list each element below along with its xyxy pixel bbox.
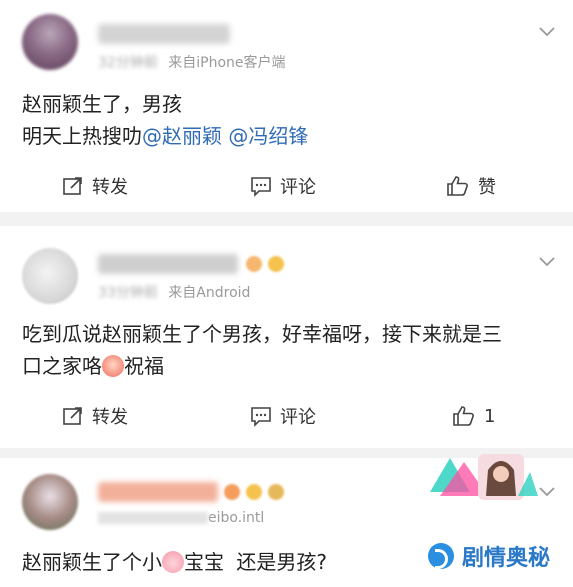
like-count: 1	[484, 405, 496, 427]
like-label: 赞	[478, 177, 496, 198]
chevron-down-icon[interactable]	[538, 252, 556, 270]
post-source: 来自Android	[168, 285, 251, 301]
like-icon	[447, 176, 468, 196]
repost-label: 转发	[92, 177, 128, 198]
post-text-line: 明天上热搜叻@赵丽颖 @冯绍锋	[22, 120, 308, 152]
badge-icon	[246, 484, 262, 500]
badge-icon	[224, 484, 240, 500]
comment-button[interactable]: 评论	[250, 166, 316, 206]
username-blurred[interactable]	[98, 482, 218, 502]
repost-icon	[63, 407, 82, 425]
post-content: 赵丽颖生了个小 宝宝 还是男孩?	[22, 546, 327, 578]
watermark-logo: 剧情奥秘	[428, 540, 550, 572]
badge-icon	[246, 256, 262, 272]
avatar[interactable]	[22, 14, 78, 70]
action-bar: 转发 评论 赞	[0, 166, 573, 206]
post-text-line: 赵丽颖生了，男孩	[22, 92, 182, 116]
avatar[interactable]	[22, 248, 78, 304]
chevron-down-icon[interactable]	[538, 482, 556, 500]
repost-label: 转发	[92, 407, 128, 428]
post-meta: eibo.intl	[98, 510, 264, 526]
like-icon	[453, 406, 474, 426]
post-content: 吃到瓜说赵丽颖生了个男孩，好幸福呀，接下来就是三 口之家咯 祝福	[22, 318, 502, 382]
post-text: 口之家咯	[22, 354, 102, 378]
comment-label: 评论	[280, 407, 316, 428]
username-blurred[interactable]	[98, 254, 238, 274]
post-divider	[0, 212, 573, 226]
post-content: 赵丽颖生了，男孩 明天上热搜叻@赵丽颖 @冯绍锋	[22, 88, 308, 152]
post-text: 明天上热搜叻	[22, 124, 142, 148]
post-text-line: 吃到瓜说赵丽颖生了个男孩，好幸福呀，接下来就是三	[22, 322, 502, 346]
post-text: 赵丽颖生了个小	[22, 550, 162, 574]
mention-link[interactable]: @冯绍锋	[228, 124, 308, 148]
repost-icon	[63, 177, 82, 195]
post-time-blurred	[98, 512, 208, 524]
post-text: 宝宝	[184, 550, 224, 574]
post-text: 祝福	[124, 354, 164, 378]
post-meta: 32分钟前 来自iPhone客户端	[98, 52, 286, 72]
post-text-line: 口之家咯 祝福	[22, 350, 502, 382]
post-source: 来自iPhone客户端	[168, 55, 286, 71]
emoji-face-icon	[102, 355, 124, 377]
badge-icon	[268, 256, 284, 272]
avatar[interactable]	[22, 474, 78, 530]
badge-icon	[268, 484, 284, 500]
emoji-pig-icon	[162, 551, 184, 573]
comment-icon	[251, 407, 271, 427]
mention-link[interactable]: @赵丽颖	[142, 124, 222, 148]
post-text: 还是男孩?	[236, 550, 327, 574]
chevron-down-icon[interactable]	[538, 22, 556, 40]
like-button[interactable]: 1	[452, 396, 495, 436]
post-2: 33分钟前 来自Android 吃到瓜说赵丽颖生了个男孩，好幸福呀，接下来就是三…	[0, 226, 573, 448]
action-bar: 转发 评论 1	[0, 396, 573, 436]
watermark-text: 剧情奥秘	[462, 546, 551, 571]
post-time: 33分钟前	[98, 285, 158, 301]
user-badges	[246, 256, 284, 272]
post-time: 32分钟前	[98, 55, 158, 71]
username-blurred[interactable]	[98, 24, 230, 44]
comment-button[interactable]: 评论	[250, 396, 316, 436]
sticker-banner-image	[430, 454, 538, 500]
logo-icon	[428, 543, 454, 569]
post-source: eibo.intl	[208, 510, 265, 526]
comment-label: 评论	[280, 177, 316, 198]
comment-icon	[251, 177, 271, 197]
post-meta: 33分钟前 来自Android	[98, 282, 250, 302]
post-1: 32分钟前 来自iPhone客户端 赵丽颖生了，男孩 明天上热搜叻@赵丽颖 @冯…	[0, 0, 573, 212]
like-button[interactable]: 赞	[446, 166, 496, 206]
user-badges	[224, 484, 284, 500]
repost-button[interactable]: 转发	[62, 396, 128, 436]
repost-button[interactable]: 转发	[62, 166, 128, 206]
